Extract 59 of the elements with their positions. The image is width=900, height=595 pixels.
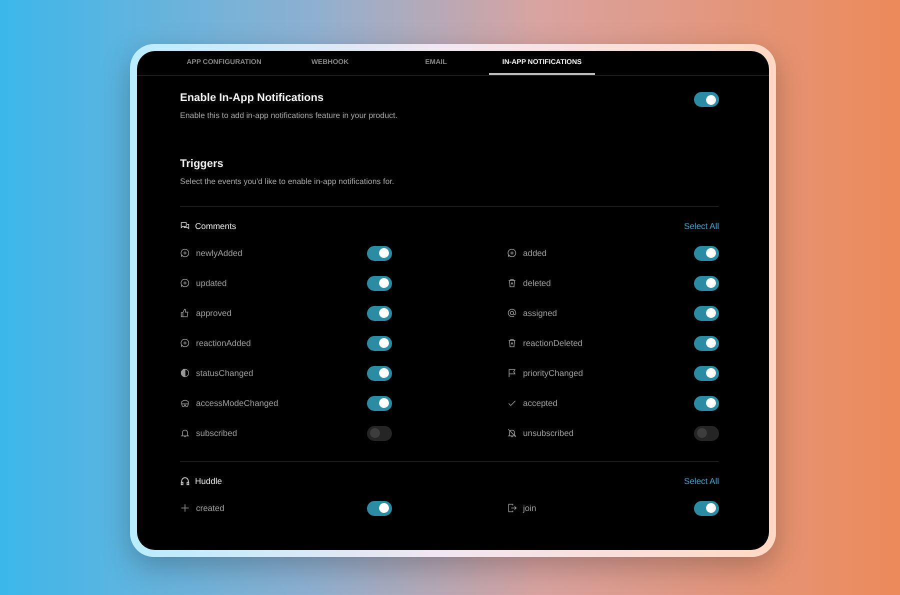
- bell-icon: [180, 428, 190, 438]
- trigger-label: reactionAdded: [196, 338, 251, 348]
- trigger-label: approved: [196, 308, 232, 318]
- chat-bubbles-icon: [180, 221, 190, 231]
- trigger-label: accessModeChanged: [196, 398, 278, 408]
- toggle-switch[interactable]: [694, 92, 719, 107]
- toggle-switch[interactable]: [694, 426, 719, 440]
- trigger-label: added: [523, 248, 547, 258]
- half-icon: [180, 368, 190, 378]
- flag-icon: [507, 368, 517, 378]
- category-title: Comments: [195, 221, 236, 231]
- trigger-label: accepted: [523, 398, 558, 408]
- toggle-switch[interactable]: [367, 396, 392, 410]
- mask-icon: [180, 398, 190, 408]
- toggle-switch[interactable]: [694, 276, 719, 290]
- select-all-link[interactable]: Select All: [684, 221, 719, 231]
- toggle-switch[interactable]: [694, 246, 719, 260]
- trigger-label: statusChanged: [196, 368, 254, 378]
- toggle-switch[interactable]: [367, 276, 392, 290]
- trigger-label: created: [196, 503, 224, 513]
- headphones-icon: [180, 476, 190, 486]
- trigger-label: unsubscribed: [523, 428, 574, 438]
- toggle-switch[interactable]: [367, 306, 392, 320]
- door-icon: [507, 503, 517, 513]
- chat-plus-icon: [507, 248, 517, 258]
- trash-icon: [507, 278, 517, 288]
- plus-icon: [180, 503, 190, 513]
- toggle-switch[interactable]: [367, 500, 392, 516]
- trigger-label: reactionDeleted: [523, 338, 583, 348]
- trigger-label: priorityChanged: [523, 368, 584, 378]
- trigger-label: newlyAdded: [196, 248, 242, 258]
- section-description: Select the events you'd like to enable in-app notifications for.: [180, 177, 396, 186]
- toggle-switch[interactable]: [694, 500, 719, 516]
- thumb-icon: [180, 308, 190, 318]
- section-title: Enable In-App Notifications: [180, 92, 325, 104]
- at-icon: [507, 308, 517, 318]
- toggle-switch[interactable]: [694, 396, 719, 410]
- bell-off-icon: [507, 428, 517, 438]
- toggle-switch[interactable]: [367, 426, 392, 440]
- trigger-label: deleted: [523, 278, 551, 288]
- chat-plus-icon: [180, 338, 190, 348]
- section-description: Enable this to add in-app notifications feature in your product.: [180, 111, 398, 120]
- toggle-switch[interactable]: [367, 366, 392, 380]
- toggle-switch[interactable]: [694, 336, 719, 350]
- section-title: Triggers: [180, 158, 224, 170]
- trigger-label: subscribed: [196, 428, 238, 438]
- trash-icon: [507, 338, 517, 348]
- trigger-label: updated: [196, 278, 227, 288]
- toggle-switch[interactable]: [367, 246, 392, 260]
- check-icon: [507, 398, 517, 408]
- category-title: Huddle: [195, 476, 222, 486]
- chat-plus-icon: [180, 248, 190, 258]
- trigger-label: assigned: [523, 308, 558, 318]
- toggle-switch[interactable]: [367, 336, 392, 350]
- toggle-switch[interactable]: [694, 366, 719, 380]
- trigger-label: join: [523, 503, 536, 513]
- toggle-switch[interactable]: [694, 306, 719, 320]
- select-all-link[interactable]: Select All: [684, 476, 719, 486]
- chat-plus-icon: [180, 278, 190, 288]
